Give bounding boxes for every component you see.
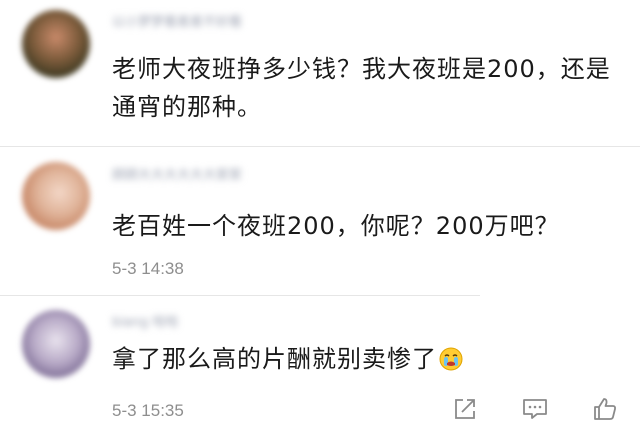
comment-text: 老百姓一个夜班200，你呢？200万吧？ (112, 212, 560, 240)
comment-username[interactable]: 顾顾大大大大大大家家 (112, 169, 242, 183)
like-button[interactable] (590, 394, 620, 424)
comment-item: 顾顾大大大大大大家家 老百姓一个夜班200，你呢？200万吧？ 5-3 14:3… (0, 147, 640, 295)
comment-text: 拿了那么高的片酬就别卖惨了 (112, 345, 437, 373)
comment-icon (523, 399, 547, 419)
avatar[interactable] (22, 310, 90, 378)
comment-feed: 以小梦梦看差差不好看 老师大夜班挣多少钱？我大夜班是200，还是通宵的那种。 顾… (0, 0, 640, 437)
share-edit-icon (455, 399, 475, 419)
comment-item: 以小梦梦看差差不好看 老师大夜班挣多少钱？我大夜班是200，还是通宵的那种。 (0, 0, 640, 146)
crying-emoji-icon (439, 347, 463, 371)
comment-text-row: 拿了那么高的片酬就别卖惨了 (112, 340, 620, 378)
share-button[interactable] (450, 394, 480, 424)
comment-actions (450, 394, 620, 424)
comment-timestamp: 5-3 15:35 (112, 401, 184, 420)
reply-button[interactable] (520, 394, 550, 424)
comment-timestamp: 5-3 14:38 (112, 259, 184, 278)
avatar[interactable] (22, 10, 90, 78)
thumbs-up-icon (594, 398, 616, 420)
avatar[interactable] (22, 162, 90, 230)
comment-username[interactable]: 以小梦梦看差差不好看 (112, 16, 242, 30)
comment-username[interactable]: biang 哈哈 (112, 316, 178, 330)
comment-text: 老师大夜班挣多少钱？我大夜班是200，还是通宵的那种。 (112, 55, 611, 121)
